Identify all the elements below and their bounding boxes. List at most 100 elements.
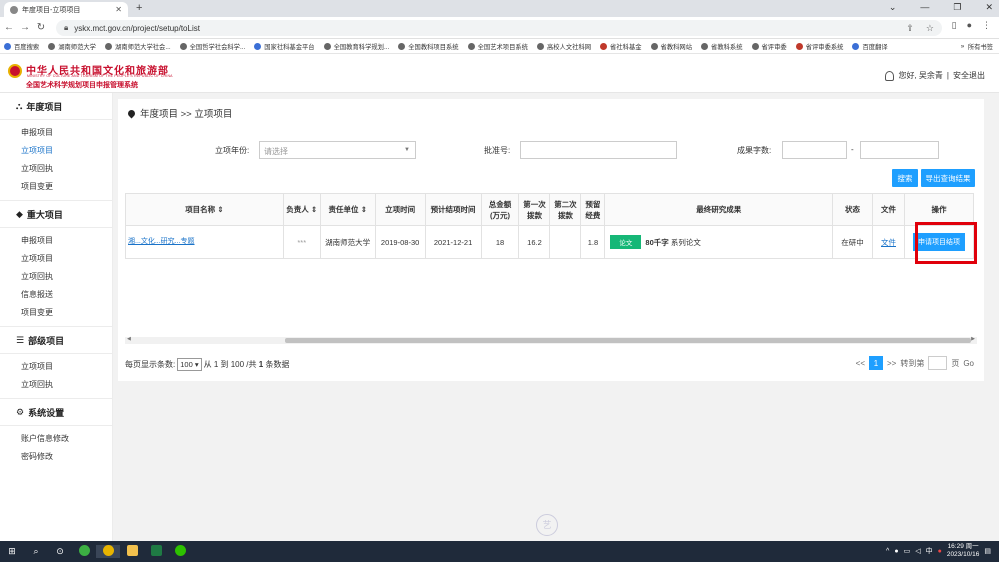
col-unit[interactable]: 责任单位 ⇕ (319, 193, 376, 226)
words-min-input[interactable] (782, 141, 847, 159)
scroll-right-icon[interactable]: ▶ (971, 336, 975, 342)
network-icon[interactable]: ▭ (904, 547, 911, 555)
reload-icon[interactable]: ↻ (34, 22, 48, 33)
app-green-icon[interactable] (72, 545, 96, 558)
sidebar-item-approved[interactable]: 立项项目 (21, 250, 112, 268)
sidebar-section-title[interactable]: ☰ 部级项目 (0, 327, 112, 354)
file-link[interactable]: 文件 (881, 238, 896, 247)
url-bar[interactable]: 🔒︎ yskx.mct.gov.cn/project/setup/toList … (56, 20, 942, 36)
words-max-input[interactable] (860, 141, 939, 159)
sidebar-item-receipt[interactable]: 立项回执 (21, 160, 112, 178)
clock[interactable]: 16:29 周一 2023/10/16 (947, 543, 980, 559)
sidebar-section-title[interactable]: ⚙ 系统设置 (0, 399, 112, 426)
bookmark-item[interactable]: 国家社科基金平台 (254, 42, 315, 51)
sidebar-section-title[interactable]: ◆ 重大项目 (0, 201, 112, 228)
system-name: 全国艺术科学规划项目申报管理系统 (26, 82, 138, 89)
maximize-icon[interactable]: ❐ (953, 2, 961, 13)
sidebar-item-apply[interactable]: 申报项目 (21, 124, 112, 142)
globe-icon (10, 5, 18, 14)
bookmark-item[interactable]: 全国哲学社会科学... (179, 42, 245, 51)
logout-link[interactable]: 安全退出 (953, 70, 985, 81)
pagination: << 1 >> 转到第 页 Go (856, 356, 974, 370)
highlight-box (915, 222, 977, 264)
sidebar-item-change[interactable]: 项目变更 (21, 178, 112, 196)
ime-icon[interactable]: 中 (926, 546, 933, 556)
bookmark-item[interactable]: 湖南师范大学社会... (104, 42, 171, 51)
bookmark-item[interactable]: 省社科基金 (600, 42, 642, 51)
goto-page-input[interactable] (928, 356, 948, 370)
close-tab-icon[interactable]: ✕ (115, 5, 122, 14)
bookmark-item[interactable]: 高校人文社科网 (536, 42, 591, 51)
next-page-button[interactable]: >> (887, 359, 896, 368)
approval-number-input[interactable] (520, 141, 677, 159)
forward-icon[interactable]: → (18, 22, 32, 33)
bookmark-item[interactable]: 百度搜索 (4, 42, 39, 51)
search-button[interactable]: 搜索 (892, 169, 918, 187)
profile-icon[interactable]: ● (967, 20, 972, 31)
horizontal-scrollbar[interactable]: ◀ ▶ (125, 336, 977, 344)
sidebar-section-title[interactable]: ⛬ 年度项目 (0, 93, 112, 120)
magnifier-icon[interactable]: ⊙ (48, 546, 72, 557)
notification-icon[interactable]: ▤ (984, 547, 991, 555)
sidebar-item-receipt[interactable]: 立项回执 (21, 376, 112, 394)
tray-chevron-icon[interactable]: ^ (886, 548, 889, 555)
sidebar-item-approved[interactable]: 立项项目 (21, 142, 112, 160)
tab-search-icon[interactable]: ⌄ (889, 2, 897, 13)
lock-icon[interactable]: 🔒︎ (64, 23, 68, 33)
col-leader[interactable]: 负责人 ⇕ (282, 193, 321, 226)
close-window-icon[interactable]: ✕ (985, 2, 993, 13)
new-tab-button[interactable]: + (136, 2, 142, 14)
scroll-left-icon[interactable]: ◀ (127, 336, 131, 342)
export-button[interactable]: 导出查询结果 (921, 169, 975, 187)
app-tray-icon[interactable]: ● (938, 548, 942, 555)
browser-tab[interactable]: 年度项目-立项项目 ✕ (4, 2, 128, 17)
col-first: 第一次 拨款 (518, 193, 551, 226)
sidebar-item-change[interactable]: 项目变更 (21, 304, 112, 322)
minimize-icon[interactable]: — (920, 2, 929, 13)
scroll-thumb[interactable] (285, 338, 971, 343)
sidebar-item-receipt[interactable]: 立项回执 (21, 268, 112, 286)
bookmark-item[interactable]: 省评审委 (751, 42, 787, 51)
bookmark-item[interactable]: 省教科系统 (701, 42, 743, 51)
sidebar-item-account[interactable]: 账户信息修改 (21, 430, 112, 448)
leader-cell: *** (282, 225, 321, 259)
kebab-menu-icon[interactable]: ⋮ (982, 20, 991, 31)
share-icon[interactable]: ⇪ (906, 23, 914, 34)
go-button[interactable]: Go (963, 359, 974, 368)
sidebar-item-report[interactable]: 信息报送 (21, 286, 112, 304)
bookmark-item[interactable]: 省评审委系统 (795, 42, 843, 51)
star-icon[interactable]: ☆ (926, 23, 934, 34)
sidebar-item-password[interactable]: 密码修改 (21, 448, 112, 466)
location-pin-icon (126, 108, 137, 118)
col-project-name[interactable]: 项目名称 ⇕ (125, 193, 284, 226)
bookmark-item[interactable]: 湖南师范大学 (48, 42, 96, 51)
all-bookmarks[interactable]: » 所有书签 (961, 42, 993, 51)
bookmark-item[interactable]: 全国艺术项目系统 (467, 42, 528, 51)
search-icon[interactable]: ⌕ (24, 546, 48, 557)
tray-wechat-icon[interactable]: ● (894, 548, 898, 555)
sidebar-item-apply[interactable]: 申报项目 (21, 232, 112, 250)
page-size-area: 每页显示条数: 100 ▾ 从 1 到 100 /共 1 条数据 (125, 358, 289, 371)
breadcrumb: 年度项目 >> 立项项目 (126, 106, 232, 120)
chrome-icon[interactable] (96, 545, 120, 558)
prev-page-button[interactable]: << (856, 359, 865, 368)
back-icon[interactable]: ← (2, 22, 16, 33)
file-explorer-icon[interactable] (120, 545, 144, 558)
bookmark-item[interactable]: 省教科网站 (650, 42, 692, 51)
page-1-button[interactable]: 1 (868, 356, 883, 370)
volume-icon[interactable]: ◁ (915, 547, 920, 555)
windows-start-icon[interactable]: ⊞ (0, 546, 24, 557)
bookmark-item[interactable]: 百度翻译 (852, 42, 888, 51)
excel-icon[interactable] (144, 545, 168, 558)
bookmark-item[interactable]: 全国教育科学规划... (323, 42, 389, 51)
year-select[interactable]: 请选择 ▼ (259, 141, 416, 159)
bookmark-item[interactable]: 全国教科项目系统 (398, 42, 459, 51)
status-cell: 在研中 (832, 225, 874, 259)
per-page-select[interactable]: 100 ▾ (177, 358, 202, 371)
project-name-link[interactable]: 湘...文化...研究...专题 (125, 225, 284, 259)
browser-tabstrip: 年度项目-立项项目 ✕ + ⌄ — ❐ ✕ (0, 0, 999, 17)
sidepanel-icon[interactable]: ▯ (952, 20, 957, 31)
wechat-icon[interactable] (168, 545, 192, 558)
sidebar-item-approved[interactable]: 立项项目 (21, 358, 112, 376)
per-page-label: 每页显示条数: (125, 360, 176, 369)
